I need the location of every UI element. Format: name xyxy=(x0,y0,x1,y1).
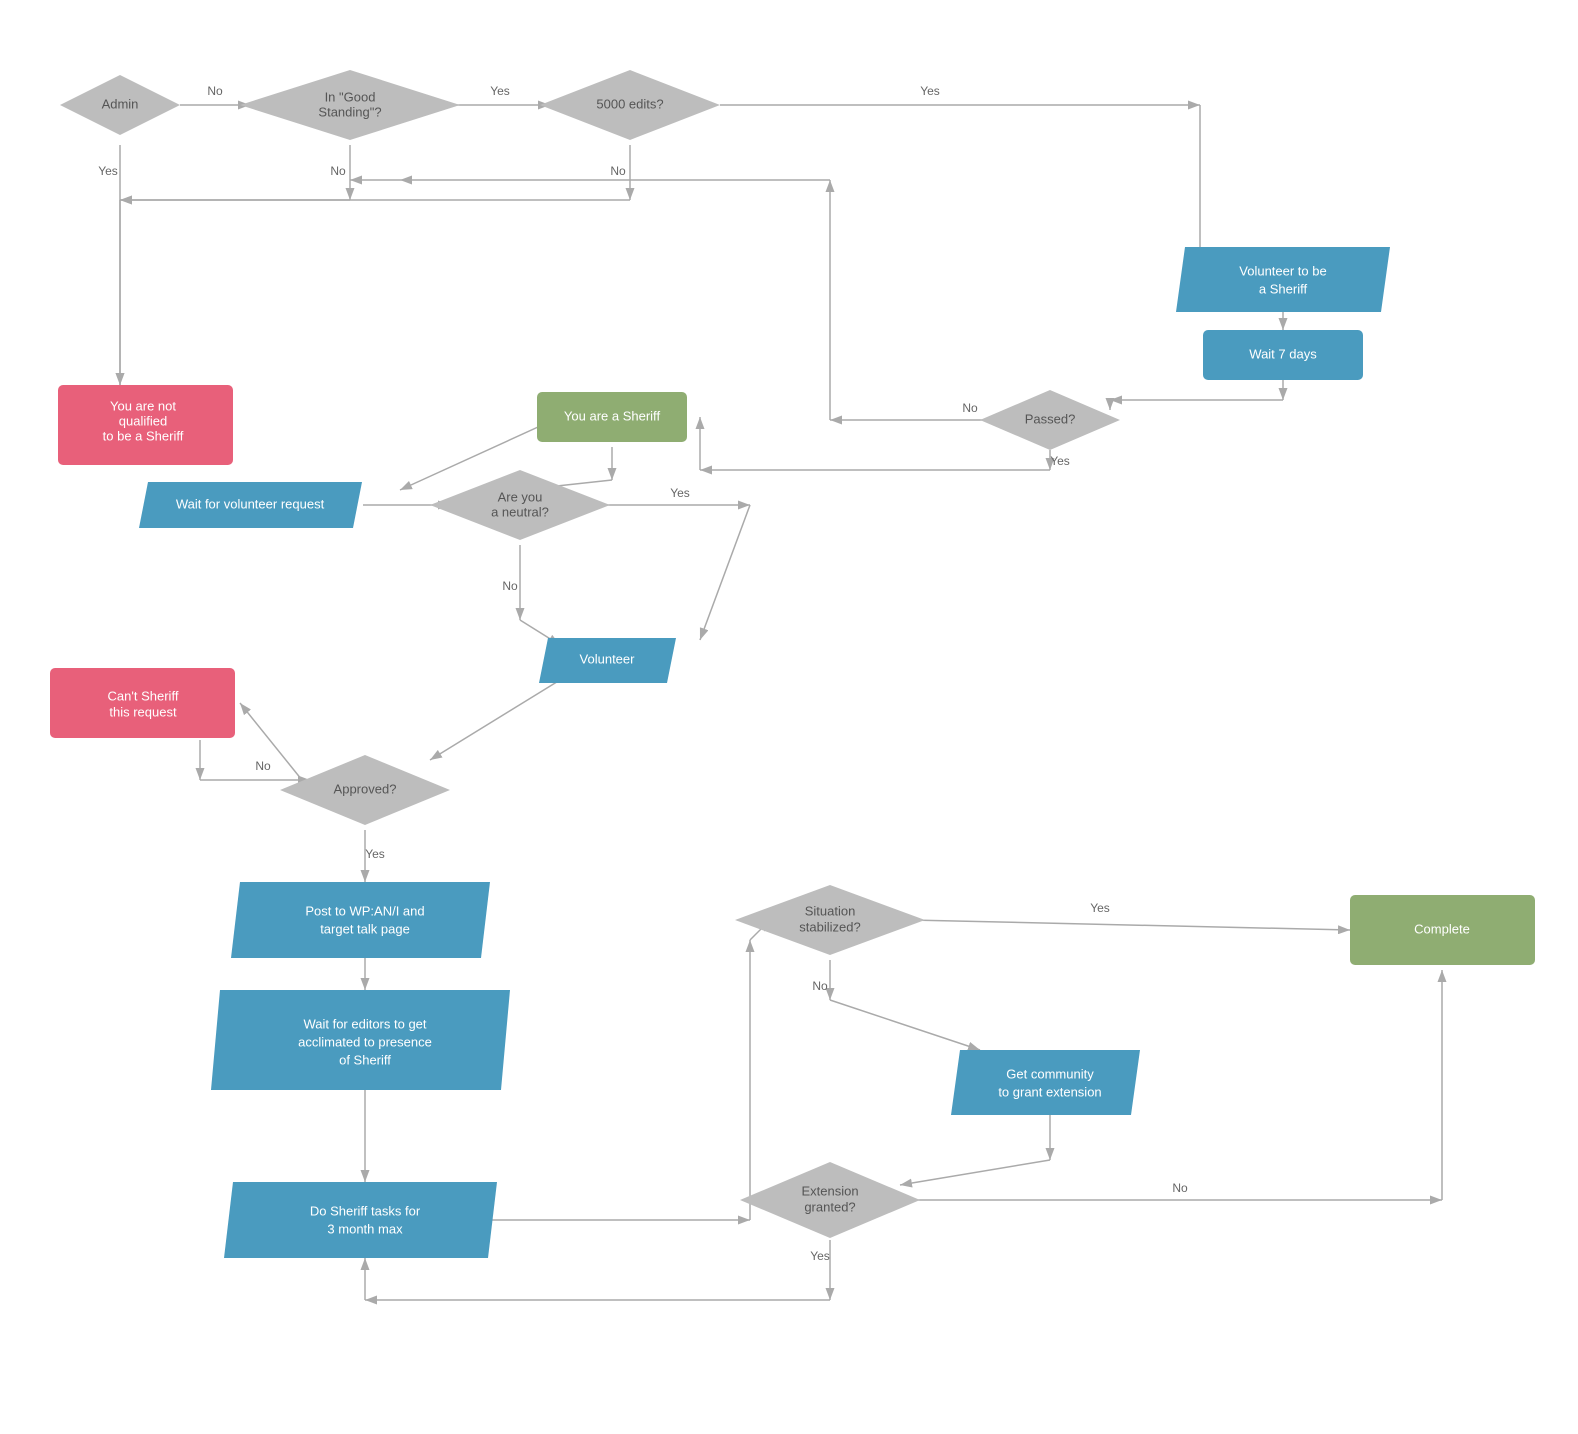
post-wp-label: Post to WP:AN/I and xyxy=(305,903,424,918)
good-standing-label2: Standing"? xyxy=(318,104,381,119)
passed-no-label: No xyxy=(962,401,978,415)
situation-no-label: No xyxy=(812,979,828,993)
approved-yes-label: Yes xyxy=(365,847,385,861)
admin-label: Admin xyxy=(102,96,139,111)
not-qualified-label: You are not xyxy=(110,398,176,413)
wait-editors-label2: acclimated to presence xyxy=(298,1034,432,1049)
admin-no-label: No xyxy=(207,84,223,98)
wait-editors-label3: of Sheriff xyxy=(339,1052,391,1067)
do-tasks-label: Do Sheriff tasks for xyxy=(310,1203,421,1218)
wait7-label: Wait 7 days xyxy=(1249,346,1317,361)
situation-label: Situation xyxy=(805,903,856,918)
good-standing-no-label: No xyxy=(330,164,346,178)
extension-no-label: No xyxy=(1172,1181,1188,1195)
extension-yes-label: Yes xyxy=(810,1249,830,1263)
edits-yes-label: Yes xyxy=(920,84,940,98)
wait-volunteer-label: Wait for volunteer request xyxy=(176,496,325,511)
extension-label: Extension xyxy=(801,1183,858,1198)
good-standing-yes-label: Yes xyxy=(490,84,510,98)
wait-editors-label: Wait for editors to get xyxy=(303,1016,426,1031)
passed-label: Passed? xyxy=(1025,411,1076,426)
do-tasks-para[interactable] xyxy=(224,1182,497,1258)
volunteer-label2: Volunteer xyxy=(580,651,636,666)
passed-yes-label: Yes xyxy=(1050,454,1070,468)
situation-label2: stabilized? xyxy=(799,919,860,934)
post-wp-para[interactable] xyxy=(231,882,490,958)
volunteer-sheriff-para[interactable] xyxy=(1176,247,1390,312)
get-community-label: Get community xyxy=(1006,1066,1094,1081)
edits-no-label: No xyxy=(610,164,626,178)
not-qualified-label3: to be a Sheriff xyxy=(103,428,184,443)
complete-label: Complete xyxy=(1414,921,1470,936)
approved-no-label: No xyxy=(255,759,271,773)
neutral-no-label: No xyxy=(502,579,518,593)
get-community-para[interactable] xyxy=(951,1050,1140,1115)
extension-label2: granted? xyxy=(804,1199,855,1214)
neutral-yes-label: Yes xyxy=(670,486,690,500)
approved-label: Approved? xyxy=(334,781,397,796)
get-community-label2: to grant extension xyxy=(998,1084,1101,1099)
neutral-label2: a neutral? xyxy=(491,504,549,519)
cant-sheriff-label: Can't Sheriff xyxy=(108,688,179,703)
edits-label: 5000 edits? xyxy=(596,96,663,111)
post-wp-label2: target talk page xyxy=(320,921,410,936)
cant-sheriff-label2: this request xyxy=(109,704,177,719)
volunteer-sheriff-label2: a Sheriff xyxy=(1259,281,1308,296)
situation-yes-label: Yes xyxy=(1090,901,1110,915)
volunteer-sheriff-label: Volunteer to be xyxy=(1239,263,1326,278)
good-standing-label: In "Good xyxy=(325,89,376,104)
do-tasks-label2: 3 month max xyxy=(327,1221,403,1236)
you-are-sheriff-label: You are a Sheriff xyxy=(564,408,661,423)
neutral-label: Are you xyxy=(498,489,543,504)
admin-yes-label: Yes xyxy=(98,164,118,178)
not-qualified-label2: qualified xyxy=(119,413,167,428)
